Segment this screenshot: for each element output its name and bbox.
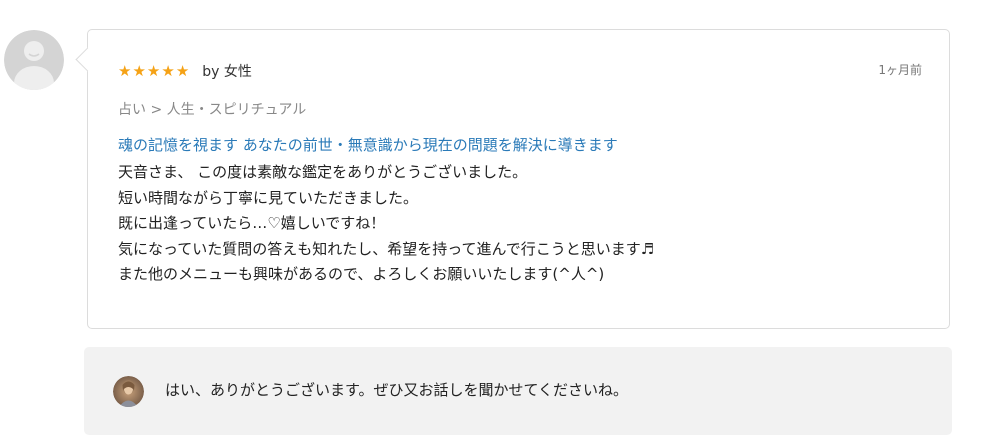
star-icon: ★ [175, 61, 190, 80]
review-body-line: 気になっていた質問の答えも知れたし、希望を持って進んで行こうと思います♬ [118, 239, 655, 258]
star-rating: ★ ★ ★ ★ ★ [118, 61, 190, 80]
review-body-line: 既に出逢っていたら…♡嬉しいですね！ [118, 214, 386, 232]
seller-avatar[interactable] [113, 376, 144, 407]
star-icon: ★ [146, 61, 161, 80]
card-pointer [75, 47, 100, 72]
star-icon: ★ [132, 61, 146, 80]
service-title-link[interactable]: 魂の記憶を視ます あなたの前世・無意識から現在の問題を解決に導きます [118, 134, 618, 155]
review-header: ★ ★ ★ ★ ★ by 女性 [118, 60, 252, 82]
default-user-avatar-icon [4, 30, 64, 90]
seller-reply-text: はい、ありがとうございます。ぜひ又お話しを聞かせてくださいね。 [165, 381, 629, 399]
review-body-line: また他のメニューも興味があるので、よろしくお願いいたします(^人^) [118, 265, 605, 283]
review-timestamp: 1ヶ月前 [878, 63, 922, 77]
review-body: 天音さま、 この度は素敵な鑑定をありがとうございました。 短い時間ながら丁寧に見… [118, 160, 918, 288]
top-link-cutoff[interactable] [775, 0, 905, 3]
review-body-line: 天音さま、 この度は素敵な鑑定をありがとうございました。 [118, 163, 528, 181]
review-category-breadcrumb: 占い > 人生・スピリチュアル [118, 102, 307, 118]
seller-reply: はい、ありがとうございます。ぜひ又お話しを聞かせてくださいね。 [84, 347, 952, 435]
star-icon: ★ [118, 61, 132, 80]
review-card: ★ ★ ★ ★ ★ by 女性 1ヶ月前 占い > 人生・スピリチュアル 魂の記… [75, 29, 950, 329]
star-icon: ★ [161, 61, 175, 80]
review-body-line: 短い時間ながら丁寧に見ていただきました。 [118, 188, 419, 207]
review-author: by 女性 [202, 64, 252, 80]
review-page: ★ ★ ★ ★ ★ by 女性 1ヶ月前 占い > 人生・スピリチュアル 魂の記… [0, 0, 1003, 441]
